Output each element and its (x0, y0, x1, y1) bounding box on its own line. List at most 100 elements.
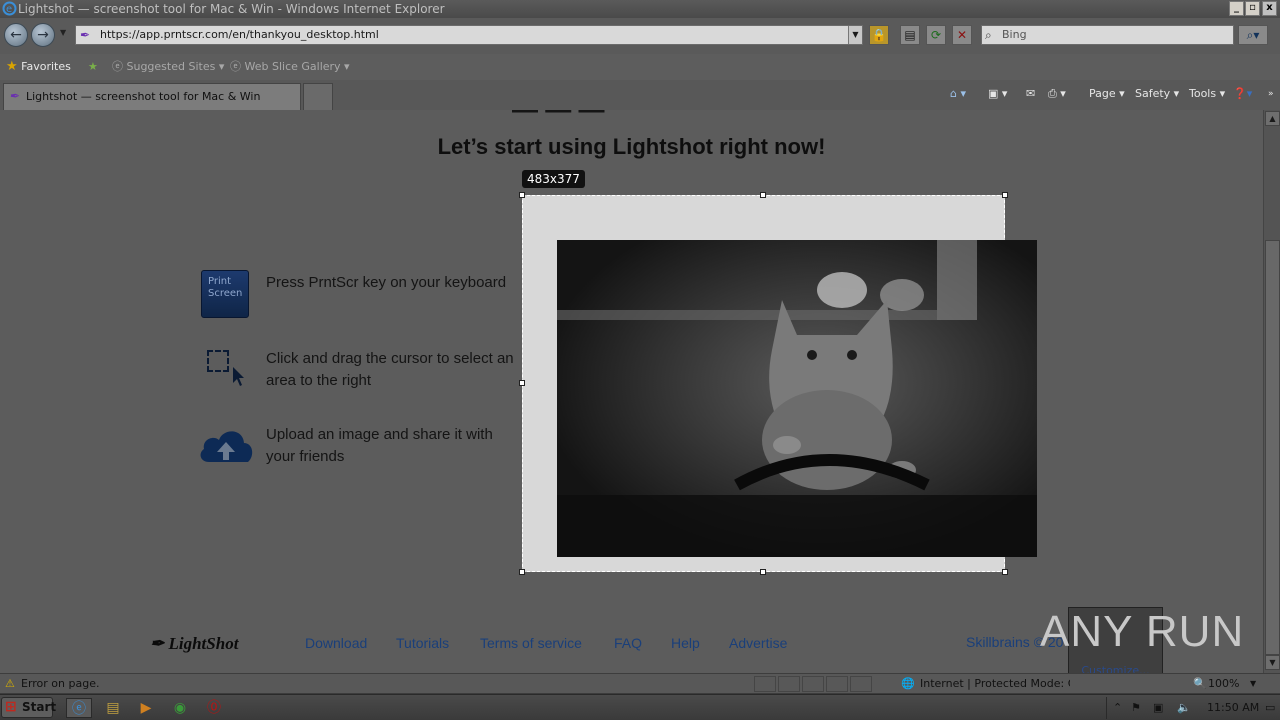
network-tray-icon[interactable]: ▣ (1153, 697, 1163, 719)
lock-icon[interactable]: 🔒 (869, 25, 889, 45)
chrome-taskbar-icon[interactable]: ◉ (167, 698, 193, 718)
vertical-scrollbar[interactable]: ▲ ▼ (1263, 110, 1280, 673)
scroll-down-icon[interactable]: ▼ (1265, 655, 1280, 670)
step-upload: Upload an image and share it with your f… (266, 426, 493, 465)
footer-link-tutorials[interactable]: Tutorials (396, 635, 449, 651)
maximize-button[interactable]: ▫ (1245, 1, 1260, 16)
resize-handle[interactable] (760, 192, 766, 198)
mail-icon[interactable]: ✉ (1026, 80, 1035, 108)
footer-link-advertise[interactable]: Advertise (729, 635, 787, 651)
cut-off-heading: — — — (512, 110, 762, 114)
window-titlebar: e Lightshot — screenshot tool for Mac & … (0, 0, 1280, 18)
search-box[interactable]: ⌕ Bing (981, 25, 1234, 45)
site-favicon-icon: ✒ (10, 89, 21, 103)
print-icon[interactable]: ⎙ ▾ (1048, 80, 1066, 108)
footer-link-faq[interactable]: FAQ (614, 635, 642, 651)
close-window-button[interactable]: x (1262, 1, 1277, 16)
zoom-dropdown-icon[interactable]: ▼ (1250, 674, 1256, 694)
show-desktop-icon[interactable]: ▭ (1265, 697, 1275, 719)
favorites-bar: ★ Favorites ★ ⓔ Suggested Sites ▾ ⓔ Web … (0, 54, 1280, 80)
step-click-drag: Click and drag the cursor to select an a… (266, 350, 514, 389)
safety-menu[interactable]: Safety ▾ (1135, 80, 1179, 108)
stop-icon[interactable]: ✕ (952, 25, 972, 45)
minimize-button[interactable]: _ (1229, 1, 1244, 16)
favorites-button[interactable]: ★ Favorites (6, 54, 71, 80)
resize-handle[interactable] (1002, 569, 1008, 575)
flag-tray-icon[interactable]: ⚑ (1131, 697, 1141, 719)
recent-pages-dropdown[interactable]: ▼ (60, 28, 66, 37)
tray-expand-icon[interactable]: ⌃ (1113, 697, 1122, 719)
step-press-key: Press PrntScr key on your keyboard (266, 274, 507, 291)
resize-handle[interactable] (1002, 192, 1008, 198)
back-button[interactable]: ← (4, 23, 28, 47)
ie-taskbar-icon[interactable]: ⓔ (66, 698, 92, 718)
address-bar[interactable]: ✒ https://app.prntscr.com/en/thankyou_de… (75, 25, 863, 45)
status-segment (826, 676, 848, 692)
address-dropdown-icon[interactable]: ▼ (848, 26, 862, 44)
web-slice-gallery-link[interactable]: ⓔ Web Slice Gallery ▾ (230, 54, 350, 80)
help-icon[interactable]: ❓▾ (1233, 80, 1252, 108)
tools-menu[interactable]: Tools ▾ (1189, 80, 1225, 108)
ie-logo-icon: e (2, 1, 17, 16)
logo-text: LightShot (168, 634, 239, 653)
opera-taskbar-icon[interactable]: ⓪ (201, 698, 227, 718)
refresh-icon[interactable]: ⟳ (926, 25, 946, 45)
lightshot-logo[interactable]: ✒ LightShot (150, 634, 238, 654)
compatibility-view-icon[interactable]: ▤ (900, 25, 920, 45)
tab-label: Lightshot — screenshot tool for Mac & Wi… (26, 90, 261, 103)
feeds-icon[interactable]: ▣ ▾ (988, 80, 1007, 108)
cat-image-shapes (557, 240, 1037, 557)
clock[interactable]: 11:50 AM (1207, 697, 1259, 719)
web-slice-label: Web Slice Gallery ▾ (244, 60, 350, 73)
scrollbar-thumb[interactable] (1265, 240, 1280, 655)
page-title: Let’s start using Lightshot right now! (437, 134, 826, 159)
ie-page-icon: ⓔ (230, 60, 241, 73)
suggested-sites-link[interactable]: ⓔ Suggested Sites ▾ (112, 54, 224, 80)
status-segment (802, 676, 824, 692)
search-placeholder: Bing (1002, 28, 1027, 41)
site-favicon-icon: ✒ (80, 28, 91, 42)
start-button[interactable]: ⊞ Start (1, 697, 57, 718)
keycap-line2: Screen (208, 288, 243, 299)
start-label: Start (22, 700, 57, 714)
resize-handle[interactable] (760, 569, 766, 575)
suggested-sites-label: Suggested Sites ▾ (126, 60, 225, 73)
search-icon: ⌕ (985, 28, 992, 42)
status-segment (754, 676, 776, 692)
add-favorite-icon[interactable]: ★ (88, 54, 98, 80)
warning-icon[interactable]: ⚠ (5, 674, 15, 694)
print-screen-key-icon: Print Screen (201, 270, 249, 318)
footer-link-help[interactable]: Help (671, 635, 700, 651)
resize-handle[interactable] (519, 380, 525, 386)
zoom-icon[interactable]: 🔍 (1193, 674, 1207, 694)
system-tray: ⌃ ⚑ ▣ 🔈 11:50 AM ▭ (1106, 697, 1280, 719)
volume-tray-icon[interactable]: 🔈 (1177, 697, 1191, 719)
selection-cursor-icon (207, 350, 229, 372)
status-text[interactable]: Error on page. (21, 674, 99, 694)
status-segment (778, 676, 800, 692)
resize-handle[interactable] (519, 569, 525, 575)
window-title: Lightshot — screenshot tool for Mac & Wi… (18, 2, 445, 16)
navigation-bar: ← → ▼ ✒ https://app.prntscr.com/en/thank… (0, 18, 1280, 54)
status-segment (850, 676, 872, 692)
footer-link-download[interactable]: Download (305, 635, 367, 651)
media-player-taskbar-icon[interactable]: ▶ (133, 698, 159, 718)
cloud-upload-icon (200, 431, 253, 462)
page-menu[interactable]: Page ▾ (1089, 80, 1125, 108)
home-icon[interactable]: ⌂ ▾ (950, 80, 966, 108)
search-button[interactable]: ⌕▾ (1238, 25, 1268, 45)
security-zone[interactable]: Internet | Protected Mode: On (920, 674, 1070, 694)
favorites-label: Favorites (21, 60, 71, 73)
zoom-level[interactable]: 100% (1208, 674, 1239, 694)
svg-text:e: e (6, 4, 12, 15)
new-tab-button[interactable] (303, 83, 333, 110)
internet-globe-icon: 🌐 (901, 677, 915, 690)
scroll-up-icon[interactable]: ▲ (1265, 111, 1280, 126)
windows-flag-icon: ⊞ (5, 699, 17, 715)
resize-handle[interactable] (519, 192, 525, 198)
tab-lightshot[interactable]: ✒ Lightshot — screenshot tool for Mac & … (3, 83, 301, 110)
footer-link-terms[interactable]: Terms of service (480, 635, 582, 651)
explorer-taskbar-icon[interactable]: ▤ (100, 698, 126, 718)
chevron-right-icon[interactable]: » (1268, 80, 1274, 108)
forward-button[interactable]: → (31, 23, 55, 47)
